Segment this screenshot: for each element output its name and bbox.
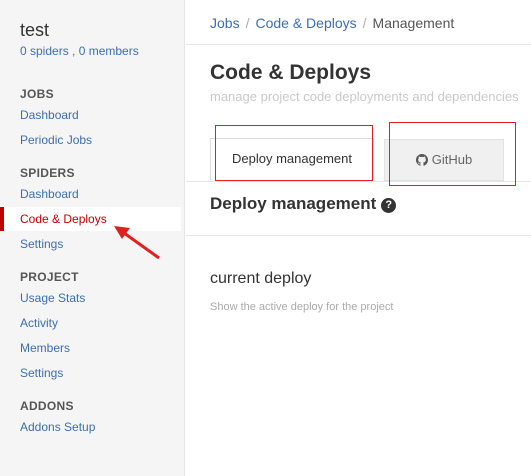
sidebar-item-periodic-jobs[interactable]: Periodic Jobs xyxy=(0,128,181,152)
current-deploy-description: Show the active deploy for the project xyxy=(210,301,394,313)
section-heading: Deploy management? xyxy=(210,194,397,214)
breadcrumb: Jobs / Code & Deploys / Management xyxy=(210,15,454,31)
sidebar-item-jobs-dashboard[interactable]: Dashboard xyxy=(0,103,181,127)
breadcrumb-code-deploys[interactable]: Code & Deploys xyxy=(255,15,356,31)
header-divider xyxy=(186,44,531,45)
page-subtitle: manage project code deployments and depe… xyxy=(210,89,519,104)
section-title-addons: ADDONS xyxy=(20,399,74,413)
highlight-box-deploy-tab xyxy=(215,125,373,181)
breadcrumb-current: Management xyxy=(372,15,455,31)
sidebar-item-activity[interactable]: Activity xyxy=(0,311,181,335)
section-title-project: PROJECT xyxy=(20,270,79,284)
project-name: test xyxy=(20,20,50,40)
sidebar-item-usage-stats[interactable]: Usage Stats xyxy=(0,286,181,310)
current-deploy-title: current deploy xyxy=(210,270,312,287)
sidebar-item-code-deploys[interactable]: Code & Deploys xyxy=(0,207,181,231)
sidebar-item-spiders-settings[interactable]: Settings xyxy=(0,232,181,256)
breadcrumb-jobs[interactable]: Jobs xyxy=(210,15,240,31)
section-heading-text: Deploy management xyxy=(210,194,377,213)
section-title-spiders: SPIDERS xyxy=(20,166,75,180)
sidebar-item-addons-setup[interactable]: Addons Setup xyxy=(0,415,181,439)
section-title-jobs: JOBS xyxy=(20,87,54,101)
breadcrumb-separator: / xyxy=(362,15,367,31)
page-title: Code & Deploys xyxy=(210,61,372,84)
project-meta[interactable]: 0 spiders , 0 members xyxy=(20,44,139,58)
help-icon[interactable]: ? xyxy=(381,198,397,213)
sidebar-item-project-settings[interactable]: Settings xyxy=(0,361,181,385)
sidebar: test 0 spiders , 0 members JOBS Dashboar… xyxy=(0,0,185,476)
sidebar-item-members[interactable]: Members xyxy=(0,336,181,360)
section-divider xyxy=(186,235,531,236)
sidebar-item-spiders-dashboard[interactable]: Dashboard xyxy=(0,182,181,206)
highlight-box-github-tab xyxy=(389,122,516,186)
breadcrumb-separator: / xyxy=(245,15,250,31)
